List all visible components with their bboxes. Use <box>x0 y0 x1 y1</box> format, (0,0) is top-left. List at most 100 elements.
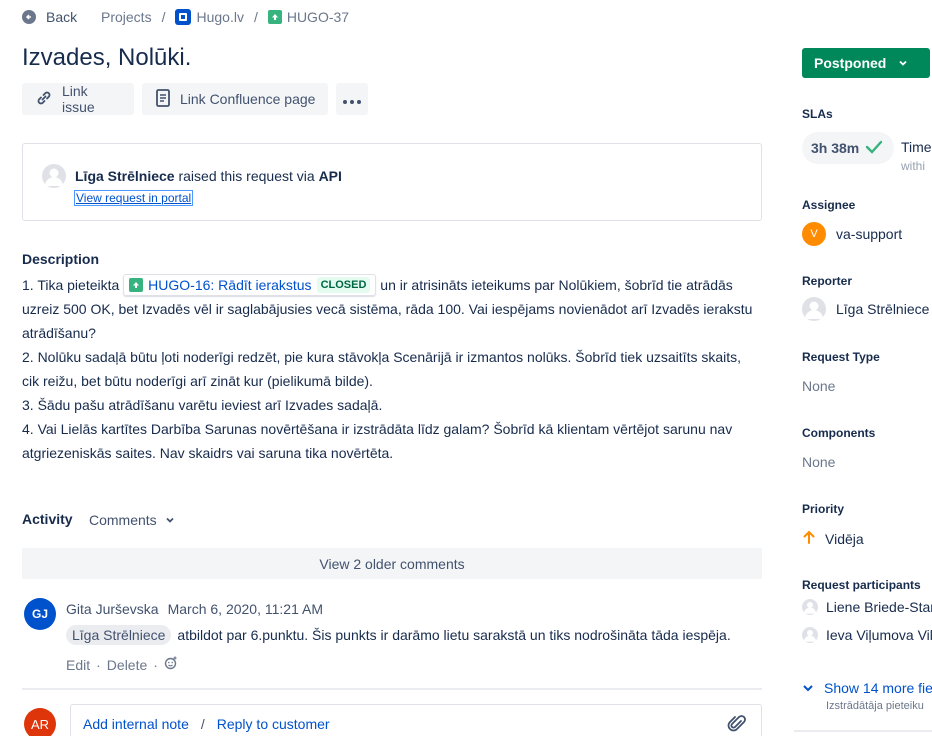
activity-filter-dropdown[interactable]: Comments <box>89 512 175 528</box>
separator-dot: · <box>153 656 158 673</box>
activity-heading: Activity <box>22 511 73 527</box>
link-confluence-button[interactable]: Link Confluence page <box>142 83 328 115</box>
breadcrumb-separator: / <box>161 9 166 25</box>
avatar: GJ <box>24 598 56 630</box>
improvement-icon <box>267 10 282 24</box>
check-icon <box>865 140 883 157</box>
breadcrumb-project-label: Hugo.lv <box>196 9 244 25</box>
description-heading: Description <box>22 251 100 267</box>
chevron-down-icon <box>165 512 175 528</box>
more-actions-button[interactable] <box>336 83 368 115</box>
description-paragraph: 1. Tika pieteikta HUGO-16: Rādīt ierakst… <box>22 273 762 345</box>
request-type-label: Request Type <box>802 350 880 364</box>
description-paragraph: 4. Vai Lielās kartītes Darbība Sarunas n… <box>22 421 733 461</box>
sla-subtitle: withi <box>901 159 926 173</box>
request-type-value[interactable]: None <box>802 378 835 394</box>
avatar <box>802 627 818 643</box>
breadcrumb-issue[interactable]: HUGO-37 <box>267 9 350 25</box>
attachment-icon[interactable] <box>727 713 747 736</box>
request-raised-text: raised this request via <box>178 168 315 184</box>
show-more-fields-button[interactable]: Show 14 more fie <box>802 680 932 696</box>
description-paragraph: 2. Nolūku sadaļā būtu ļoti noderīgi redz… <box>22 349 742 389</box>
assignee-name: va-support <box>836 226 903 242</box>
add-internal-note-button[interactable]: Add internal note <box>83 716 189 732</box>
comment-timestamp: March 6, 2020, 11:21 AM <box>167 601 323 617</box>
participant-item[interactable]: Liene Briede-Stare <box>802 599 932 615</box>
back-button[interactable]: Back <box>22 9 77 25</box>
comment-text: atbildot par 6.punktu. Šis punkts ir dar… <box>177 627 731 643</box>
request-channel: API <box>318 168 342 184</box>
participant-name: Ieva Viļumova Vil <box>826 627 932 643</box>
avatar <box>42 164 66 188</box>
project-icon <box>175 9 192 25</box>
description-text: 1. Tika pieteikta <box>22 277 124 293</box>
description-body: 1. Tika pieteikta HUGO-16: Rādīt ierakst… <box>22 273 762 465</box>
request-card: Līga Strēlniece raised this request via … <box>22 143 762 221</box>
page-title: Izvades, Nolūki. <box>22 44 192 71</box>
activity-filter-label: Comments <box>89 512 157 528</box>
linked-issue[interactable]: HUGO-16: Rādīt ierakstus CLOSED <box>123 274 377 296</box>
linked-issue-label: HUGO-16: Rādīt ierakstus <box>148 277 312 293</box>
status-dropdown-button[interactable]: Postponed <box>802 48 930 78</box>
description-paragraph: 3. Šādu pašu atrādīšanu varētu ieviest a… <box>22 397 383 413</box>
comment-body: Līga Strēlniece atbildot par 6.punktu. Š… <box>66 625 731 645</box>
reporter-name: Līga Strēlniece <box>836 301 930 317</box>
breadcrumb-project[interactable]: Hugo.lv <box>175 9 244 25</box>
reporter-label: Reporter <box>802 274 853 288</box>
priority-label: Priority <box>802 502 845 516</box>
view-portal-link[interactable]: View request in portal <box>74 190 194 206</box>
divider <box>22 688 762 690</box>
back-label: Back <box>46 9 78 25</box>
sla-badge: 3h 38m <box>802 132 894 164</box>
add-reaction-icon[interactable] <box>164 656 178 673</box>
breadcrumb-issue-label: HUGO-37 <box>286 9 350 25</box>
participant-item[interactable]: Ieva Viļumova Vil <box>802 627 932 643</box>
status-badge: CLOSED <box>316 277 371 293</box>
comment-actions: Edit · Delete · <box>66 656 178 673</box>
view-older-comments-button[interactable]: View 2 older comments <box>22 548 762 579</box>
link-issue-label: Link issue <box>62 83 95 115</box>
status-label: Postponed <box>814 55 887 71</box>
participant-name: Liene Briede-Stare <box>826 599 932 615</box>
comment-composer[interactable]: Add internal note / Reply to customer <box>70 704 762 736</box>
composer-actions: Add internal note / Reply to customer <box>83 716 330 732</box>
reporter-field[interactable]: Līga Strēlniece <box>802 297 929 321</box>
improvement-icon <box>129 278 144 292</box>
sla-value: 3h 38m <box>811 140 860 156</box>
user-mention[interactable]: Līga Strēlniece <box>66 625 172 645</box>
divider <box>794 730 932 732</box>
slas-label: SLAs <box>802 107 833 121</box>
avatar: V <box>802 222 826 246</box>
show-more-subtitle: Izstrādātāja pieteiku <box>826 700 924 712</box>
comment-author[interactable]: Gita Jurševska <box>66 601 159 617</box>
breadcrumb: Projects / Hugo.lv / HUGO-37 <box>101 9 349 25</box>
priority-value: Vidēja <box>825 530 864 547</box>
sla-title: Time <box>901 139 932 155</box>
chevron-down-icon <box>802 680 814 696</box>
components-value[interactable]: None <box>802 454 835 470</box>
reply-to-customer-button[interactable]: Reply to customer <box>217 716 330 732</box>
components-label: Components <box>802 426 876 440</box>
assignee-field[interactable]: V va-support <box>802 222 902 246</box>
avatar <box>802 297 826 321</box>
link-icon <box>34 88 54 111</box>
arrow-up-icon <box>802 529 816 548</box>
breadcrumb-projects[interactable]: Projects <box>101 9 152 25</box>
request-raiser: Līga Strēlniece <box>75 168 175 184</box>
separator-dot: · <box>96 656 101 673</box>
participants-label: Request participants <box>802 578 921 592</box>
breadcrumb-separator: / <box>253 9 258 25</box>
delete-comment-button[interactable]: Delete <box>107 657 147 673</box>
edit-comment-button[interactable]: Edit <box>66 657 90 673</box>
priority-field[interactable]: Vidēja <box>802 529 864 548</box>
link-issue-button[interactable]: Link issue <box>22 83 134 115</box>
chevron-down-icon <box>898 55 908 71</box>
avatar <box>802 599 818 615</box>
avatar: AR <box>24 708 56 736</box>
page-icon <box>154 88 172 111</box>
composer-separator: / <box>200 716 205 732</box>
link-confluence-label: Link Confluence page <box>180 91 316 107</box>
comment-meta: Gita Jurševska March 6, 2020, 11:21 AM <box>66 601 323 617</box>
more-icon <box>343 91 361 107</box>
back-arrow-icon <box>22 10 36 24</box>
